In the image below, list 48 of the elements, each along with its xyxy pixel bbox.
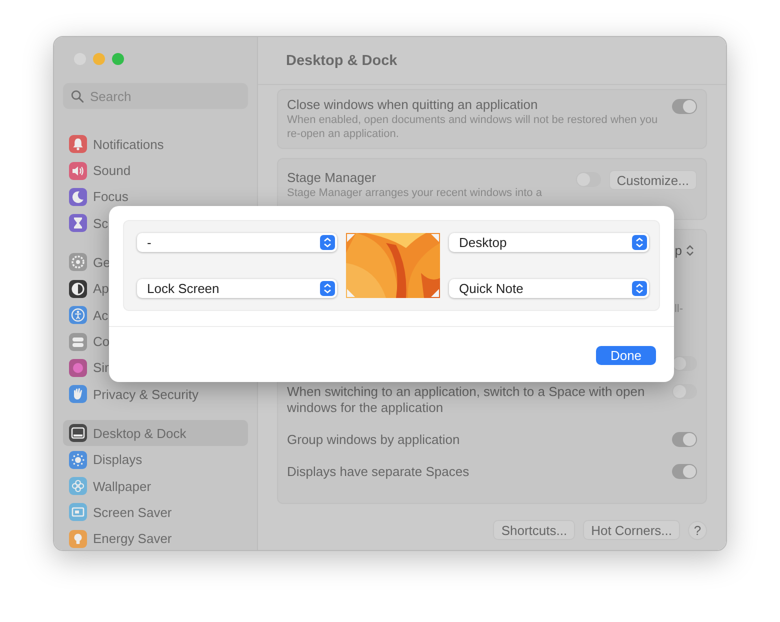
toggle-switch[interactable]: [672, 99, 697, 114]
sidebar-item[interactable]: Sc: [63, 210, 114, 237]
setting-label: Group windows by application: [287, 432, 460, 448]
chevron-icon: [632, 235, 647, 250]
customize-button[interactable]: Customize...: [608, 170, 697, 190]
toggle-switch[interactable]: [672, 464, 697, 479]
setting-label: Displays have separate Spaces: [287, 464, 470, 480]
sidebar-item[interactable]: Ac: [63, 302, 114, 328]
setting-label: Close windows when quitting an application: [287, 97, 539, 112]
help-button[interactable]: ?: [688, 520, 707, 540]
toggle-switch[interactable]: [672, 432, 697, 447]
sidebar-item[interactable]: Wallpaper: [63, 472, 158, 500]
sidebar-item[interactable]: Focus: [63, 184, 134, 210]
sidebar-item[interactable]: Desktop & Dock: [63, 420, 248, 446]
footer-button[interactable]: Shortcuts...: [493, 520, 576, 540]
footer-button[interactable]: Hot Corners...: [583, 520, 680, 540]
chevron-icon: [632, 281, 647, 296]
sidebar-item[interactable]: Privacy & Security: [63, 381, 204, 408]
setting-label: Stage Manager: [287, 170, 377, 185]
corner-popup[interactable]: -: [137, 233, 337, 252]
sidebar-item[interactable]: Displays: [63, 446, 148, 473]
setting-description: ll-: [674, 302, 683, 316]
setting-description: Stage Manager arranges your recent windows into a: [287, 186, 543, 200]
corner-popup[interactable]: Desktop: [449, 233, 649, 252]
toggle-switch[interactable]: [672, 384, 697, 399]
window-title: Desktop & Dock: [286, 52, 398, 68]
setting-description: When enabled, open documents and windows will not be restored when you re-open an application.: [287, 113, 659, 141]
window-control-dot[interactable]: [112, 53, 124, 65]
chevron-icon: [320, 281, 335, 296]
window-control-dot[interactable]: [93, 53, 105, 65]
corner-popup[interactable]: Lock Screen: [137, 279, 337, 298]
chevron-icon: [320, 235, 335, 250]
popup-button[interactable]: p: [674, 242, 694, 258]
sidebar-item[interactable]: Co: [63, 328, 116, 355]
setting-label: When switching to an application, switch to a Space with open windows for the application: [287, 384, 646, 416]
sidebar-item[interactable]: Screen Saver: [63, 499, 178, 526]
done-button[interactable]: Done: [596, 346, 656, 365]
chevron-icon: [686, 244, 694, 256]
search-field[interactable]: Search: [63, 83, 248, 109]
corner-popup[interactable]: Quick Note: [449, 279, 649, 298]
sidebar-item[interactable]: Sound: [63, 157, 137, 184]
sidebar-item[interactable]: Energy Saver: [63, 526, 178, 550]
sidebar-item[interactable]: Sir: [63, 354, 115, 382]
toggle-switch[interactable]: [672, 356, 697, 370]
sidebar-item[interactable]: Notifications: [63, 131, 170, 158]
sidebar-item[interactable]: Ap: [63, 276, 115, 302]
search-icon: [71, 90, 84, 103]
sidebar-item[interactable]: Ge: [63, 249, 116, 276]
